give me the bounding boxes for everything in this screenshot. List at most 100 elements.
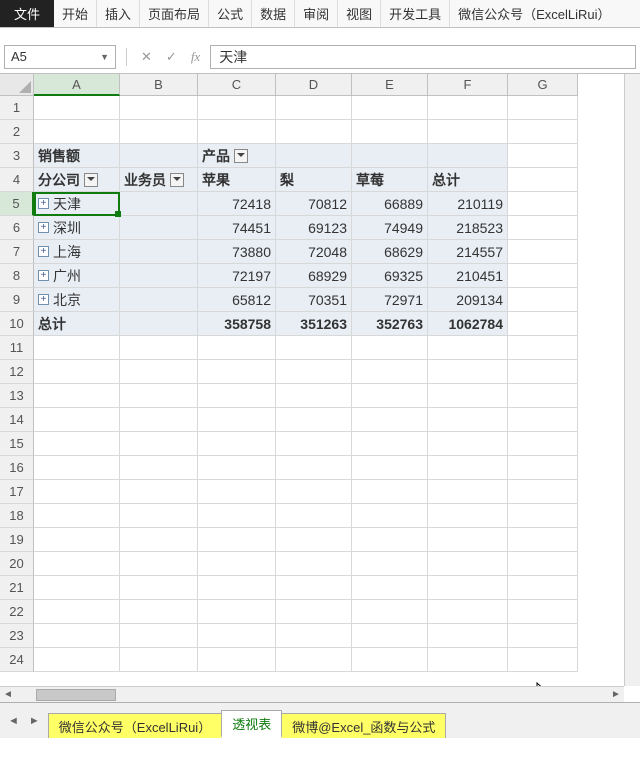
expand-icon[interactable]: + — [38, 294, 49, 305]
cell[interactable] — [508, 600, 578, 624]
cell[interactable] — [120, 528, 198, 552]
cell[interactable]: +广州 — [34, 264, 120, 288]
cell[interactable]: 74949 — [352, 216, 428, 240]
expand-icon[interactable]: + — [38, 246, 49, 257]
cell[interactable] — [352, 120, 428, 144]
cell[interactable] — [198, 576, 276, 600]
cell[interactable] — [508, 168, 578, 192]
cell[interactable] — [34, 624, 120, 648]
cell[interactable]: 梨 — [276, 168, 352, 192]
row-header-1[interactable]: 1 — [0, 96, 34, 120]
cell[interactable]: 65812 — [198, 288, 276, 312]
cell[interactable] — [120, 552, 198, 576]
cell[interactable] — [198, 480, 276, 504]
cell[interactable]: 68629 — [352, 240, 428, 264]
row-header-12[interactable]: 12 — [0, 360, 34, 384]
row-header-9[interactable]: 9 — [0, 288, 34, 312]
cell[interactable] — [120, 144, 198, 168]
cell[interactable] — [120, 288, 198, 312]
cell[interactable] — [120, 432, 198, 456]
cell[interactable] — [352, 600, 428, 624]
cell[interactable] — [352, 552, 428, 576]
cell[interactable] — [352, 456, 428, 480]
row-header-5[interactable]: 5 — [0, 192, 34, 216]
cell[interactable] — [352, 336, 428, 360]
cell[interactable] — [198, 504, 276, 528]
tab-review[interactable]: 审阅 — [295, 0, 338, 27]
cells[interactable]: 销售额产品分公司业务员苹果梨草莓总计+天津7241870812668892101… — [34, 96, 640, 672]
cell[interactable] — [120, 384, 198, 408]
row-header-24[interactable]: 24 — [0, 648, 34, 672]
expand-icon[interactable]: + — [38, 198, 49, 209]
cell[interactable] — [276, 528, 352, 552]
cell[interactable]: 358758 — [198, 312, 276, 336]
cell[interactable] — [34, 528, 120, 552]
fx-icon[interactable]: fx — [191, 49, 200, 65]
nav-next-icon[interactable]: ► — [29, 715, 40, 727]
tab-layout[interactable]: 页面布局 — [140, 0, 209, 27]
cell[interactable] — [276, 648, 352, 672]
sheet-tab-0[interactable]: 微信公众号（ExcelLiRui） — [48, 713, 222, 738]
cell[interactable]: 66889 — [352, 192, 428, 216]
cell[interactable]: 351263 — [276, 312, 352, 336]
cell[interactable] — [352, 504, 428, 528]
cell[interactable] — [428, 408, 508, 432]
filter-icon[interactable] — [84, 173, 98, 187]
cell[interactable] — [120, 360, 198, 384]
row-header-16[interactable]: 16 — [0, 456, 34, 480]
cell[interactable] — [120, 504, 198, 528]
cell[interactable] — [508, 216, 578, 240]
col-header-E[interactable]: E — [352, 74, 428, 96]
cell[interactable] — [120, 216, 198, 240]
cell[interactable] — [34, 648, 120, 672]
cell[interactable] — [120, 600, 198, 624]
row-header-18[interactable]: 18 — [0, 504, 34, 528]
tab-custom[interactable]: 微信公众号（ExcelLiRui） — [450, 0, 618, 27]
row-header-11[interactable]: 11 — [0, 336, 34, 360]
cell[interactable] — [198, 528, 276, 552]
cell[interactable] — [34, 576, 120, 600]
cell[interactable] — [34, 456, 120, 480]
cell[interactable]: 72048 — [276, 240, 352, 264]
cell[interactable] — [34, 408, 120, 432]
row-header-8[interactable]: 8 — [0, 264, 34, 288]
cell[interactable] — [34, 384, 120, 408]
cell[interactable]: 74451 — [198, 216, 276, 240]
cell[interactable]: +上海 — [34, 240, 120, 264]
cell[interactable] — [428, 432, 508, 456]
cell[interactable]: 苹果 — [198, 168, 276, 192]
cell[interactable] — [508, 192, 578, 216]
row-header-7[interactable]: 7 — [0, 240, 34, 264]
expand-icon[interactable]: + — [38, 222, 49, 233]
cell[interactable] — [198, 360, 276, 384]
cell[interactable] — [352, 384, 428, 408]
cell[interactable] — [276, 624, 352, 648]
col-header-B[interactable]: B — [120, 74, 198, 96]
row-header-4[interactable]: 4 — [0, 168, 34, 192]
cell[interactable] — [508, 96, 578, 120]
cell[interactable] — [428, 120, 508, 144]
cell[interactable] — [428, 552, 508, 576]
cell[interactable] — [34, 504, 120, 528]
cell[interactable]: 业务员 — [120, 168, 198, 192]
cell[interactable] — [508, 312, 578, 336]
sheet-tab-2[interactable]: 微博@Excel_函数与公式 — [281, 713, 446, 738]
sheet-nav[interactable]: ◄ ► — [0, 715, 48, 727]
scroll-thumb[interactable] — [36, 689, 116, 701]
cell[interactable]: +深圳 — [34, 216, 120, 240]
cell[interactable]: 72197 — [198, 264, 276, 288]
cell[interactable] — [428, 624, 508, 648]
cell[interactable] — [352, 96, 428, 120]
cell[interactable] — [198, 624, 276, 648]
row-header-22[interactable]: 22 — [0, 600, 34, 624]
cell[interactable] — [352, 648, 428, 672]
cell[interactable] — [120, 480, 198, 504]
row-header-2[interactable]: 2 — [0, 120, 34, 144]
cell[interactable]: 总计 — [428, 168, 508, 192]
filter-icon[interactable] — [234, 149, 248, 163]
cell[interactable] — [34, 360, 120, 384]
cell[interactable] — [428, 528, 508, 552]
expand-icon[interactable]: + — [38, 270, 49, 281]
row-header-10[interactable]: 10 — [0, 312, 34, 336]
cell[interactable]: 分公司 — [34, 168, 120, 192]
